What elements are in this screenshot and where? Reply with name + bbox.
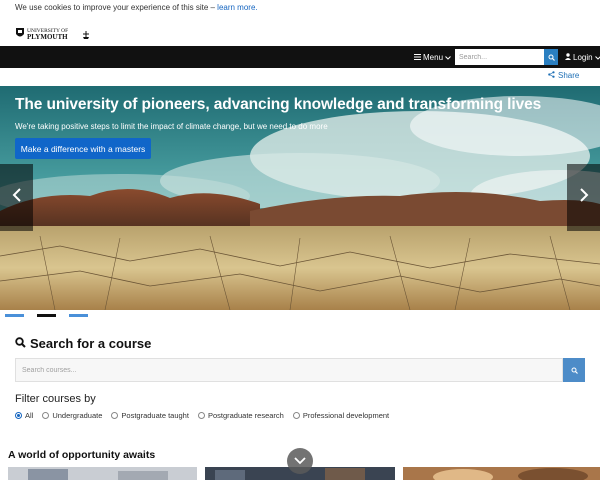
filter-label: Postgraduate research [207, 411, 284, 420]
search-icon [548, 48, 555, 66]
carousel-indicator-1[interactable] [5, 314, 24, 317]
share-button[interactable]: Share [548, 71, 579, 80]
search-icon [15, 336, 26, 351]
cookie-text: We use cookies to improve your experienc… [15, 3, 218, 12]
filter-option-postgraduate-research[interactable]: Postgraduate research [197, 411, 284, 420]
svg-text:PLYMOUTH: PLYMOUTH [27, 33, 68, 41]
radio-button[interactable] [197, 412, 205, 419]
course-search-title: Search for a course [30, 336, 152, 351]
radio-button[interactable] [292, 412, 300, 419]
share-icon [548, 71, 555, 80]
site-search-input[interactable] [455, 49, 544, 65]
carousel-indicators [5, 314, 88, 317]
filter-option-all[interactable]: All [15, 411, 33, 420]
filter-label: All [25, 411, 34, 420]
scroll-down-button[interactable] [287, 448, 313, 474]
hero-cta-button[interactable]: Make a difference with a masters [15, 138, 151, 159]
login-button[interactable]: Login [565, 46, 600, 68]
course-search-form [15, 358, 585, 382]
hamburger-icon [414, 53, 421, 62]
radio-button[interactable] [42, 412, 50, 419]
opportunity-heading: A world of opportunity awaits [8, 449, 156, 461]
menu-label: Menu [423, 52, 444, 62]
carousel-prev-button[interactable] [0, 164, 33, 231]
carousel-indicator-3[interactable] [69, 314, 88, 317]
radio-button[interactable] [111, 412, 119, 419]
chevron-right-icon [579, 188, 589, 207]
filter-option-undergraduate[interactable]: Undergraduate [42, 411, 102, 420]
opportunity-card-image-3[interactable] [403, 467, 600, 480]
filter-label: Professional development [302, 411, 390, 420]
user-icon [565, 52, 571, 62]
search-icon [571, 361, 578, 379]
filter-label: Undergraduate [52, 411, 103, 420]
opportunity-card-image-1[interactable] [8, 467, 197, 480]
course-filter-options: All Undergraduate Postgraduate taught Po… [15, 411, 389, 420]
hero-title: The university of pioneers, advancing kn… [15, 96, 542, 113]
filter-option-professional-development[interactable]: Professional development [292, 411, 390, 420]
course-search-input[interactable] [15, 358, 563, 382]
hero-carousel [0, 86, 600, 310]
login-label: Login [573, 52, 593, 62]
menu-button[interactable]: Menu [414, 46, 451, 68]
share-label: Share [558, 71, 580, 80]
course-search-button[interactable] [563, 358, 585, 382]
site-search [455, 49, 558, 65]
carousel-indicator-2[interactable] [37, 314, 56, 317]
hero-subtitle: We're taking positive steps to limit the… [15, 122, 328, 131]
site-search-button[interactable] [544, 49, 558, 65]
cookie-notice: We use cookies to improve your experienc… [0, 0, 600, 16]
chevron-down-icon [445, 53, 451, 62]
top-navbar: Menu Login [0, 46, 600, 68]
hero-landscape-image [0, 86, 600, 310]
filter-option-postgraduate-taught[interactable]: Postgraduate taught [111, 411, 189, 420]
chevron-down-icon [594, 53, 600, 62]
carousel-next-button[interactable] [567, 164, 600, 231]
university-logo[interactable]: UNIVERSITY OF PLYMOUTH [15, 25, 95, 41]
cookie-learn-more-link[interactable]: learn more. [217, 3, 257, 12]
filter-label: Postgraduate taught [121, 411, 189, 420]
chevron-down-icon [294, 452, 306, 470]
plymouth-crest-logo-icon: UNIVERSITY OF PLYMOUTH [16, 28, 89, 41]
course-search-heading: Search for a course [15, 336, 151, 351]
radio-button[interactable] [15, 412, 22, 419]
filter-heading: Filter courses by [15, 393, 96, 405]
chevron-left-icon [12, 188, 22, 207]
